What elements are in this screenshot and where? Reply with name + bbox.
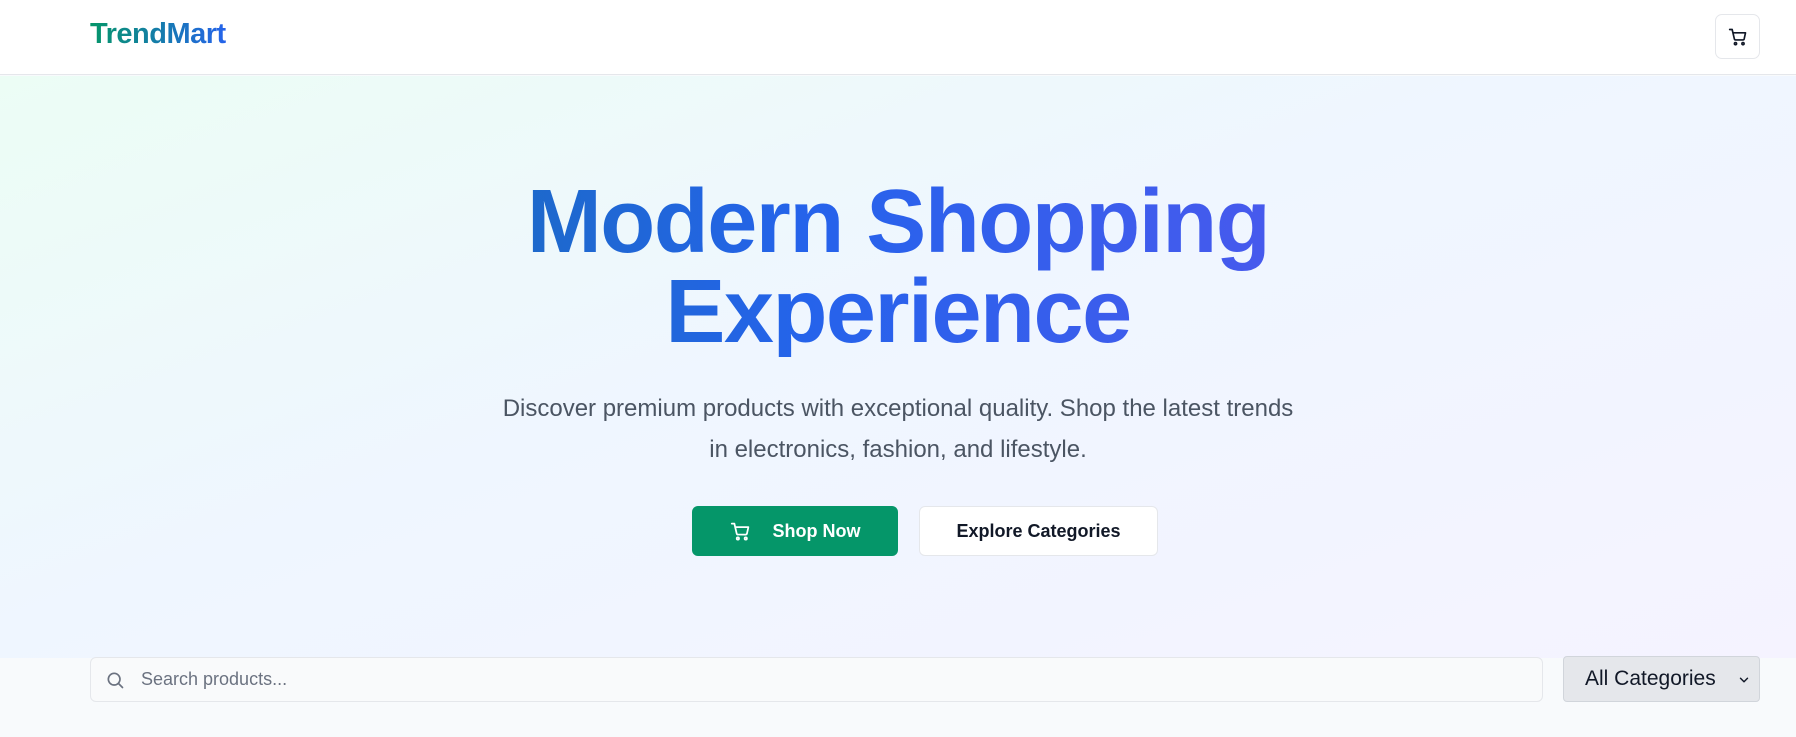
cart-button[interactable] <box>1715 14 1760 59</box>
category-select[interactable]: All Categories <box>1563 656 1760 702</box>
hero-title-text: Modern Shopping Experience <box>526 172 1270 362</box>
chevron-down-icon <box>1739 677 1749 683</box>
hero-subtitle: Discover premium products with exception… <box>502 395 1294 463</box>
hero-title: Modern Shopping Experience <box>0 177 1796 357</box>
category-select-value: All Categories <box>1585 667 1716 690</box>
hero-section: Modern Shopping Experience Discover prem… <box>0 76 1796 658</box>
shop-now-label: Shop Now <box>772 520 861 541</box>
explore-categories-button[interactable]: Explore Categories <box>919 506 1158 556</box>
top-navigation-bar: TrendMart <box>0 0 1796 75</box>
explore-categories-label: Explore Categories <box>956 520 1121 541</box>
search-input[interactable] <box>141 658 1531 701</box>
shopping-cart-icon <box>1728 28 1746 46</box>
hero-actions: Shop Now Explore Categories <box>692 506 1158 556</box>
search-bar <box>90 657 1543 702</box>
brand-logo[interactable]: TrendMart <box>90 18 226 51</box>
shopping-cart-icon <box>730 522 749 541</box>
shop-now-button[interactable]: Shop Now <box>692 506 898 556</box>
search-icon <box>107 672 124 689</box>
